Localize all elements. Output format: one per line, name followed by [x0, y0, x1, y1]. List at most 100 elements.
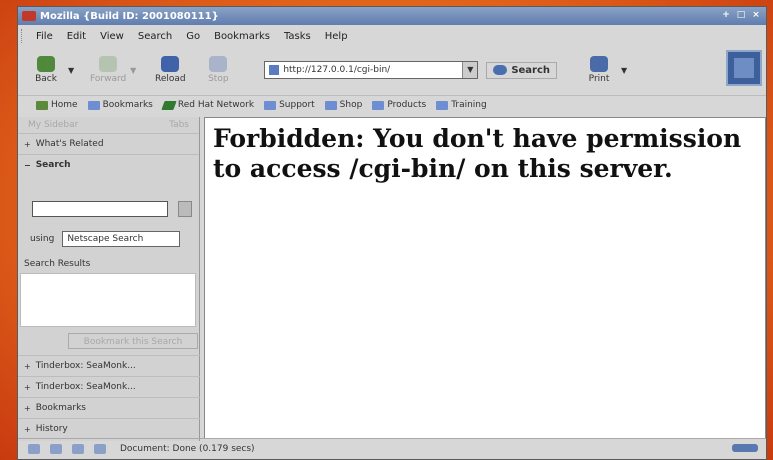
browser-window: Mozilla {Build ID: 2001080111} + □ × Fil…: [17, 6, 767, 460]
sidebar-item-tinderbox-1[interactable]: + Tinderbox: SeaMonk...: [18, 355, 200, 376]
bookmarks-icon: [87, 100, 100, 110]
back-dropdown-icon[interactable]: ▼: [68, 66, 74, 75]
personal-training[interactable]: Training: [436, 100, 487, 110]
search-results-label: Search Results: [24, 259, 91, 269]
printer-icon: [590, 56, 609, 72]
status-text: Document: Done (0.179 secs): [120, 444, 255, 454]
menu-go[interactable]: Go: [186, 31, 200, 42]
page-heading: Forbidden: You don't have permission to …: [213, 124, 742, 183]
page-content: Forbidden: You don't have permission to …: [204, 117, 766, 439]
home-icon: [36, 100, 48, 110]
folder-icon: [264, 100, 277, 110]
throbber-icon[interactable]: [726, 50, 762, 86]
personal-toolbar: Home Bookmarks Red Hat Network Support S…: [18, 95, 766, 114]
expand-icon: +: [24, 403, 31, 413]
menu-view[interactable]: View: [100, 31, 124, 42]
mail-icon[interactable]: [50, 444, 62, 454]
personal-redhat-label: Red Hat Network: [177, 100, 255, 110]
sidebar-header: My Sidebar Tabs: [18, 117, 199, 133]
folder-icon: [324, 100, 337, 110]
composer-icon[interactable]: [72, 444, 84, 454]
personal-shop-label: Shop: [339, 100, 363, 110]
expand-icon: +: [24, 139, 31, 149]
sidebar-item-label: What's Related: [35, 139, 104, 149]
addressbook-icon[interactable]: [94, 444, 106, 454]
sidebar-item-label: Tinderbox: SeaMonk...: [35, 382, 136, 392]
url-dropdown-icon[interactable]: ▼: [462, 62, 478, 78]
expand-icon: +: [24, 424, 31, 434]
page-proxy-icon[interactable]: [269, 65, 280, 75]
stop-button[interactable]: Stop: [198, 56, 238, 84]
personal-home[interactable]: Home: [36, 100, 78, 110]
reload-button[interactable]: Reload: [150, 56, 190, 84]
personal-shop[interactable]: Shop: [324, 100, 363, 110]
sidebar-search-input[interactable]: [32, 201, 168, 217]
reload-label: Reload: [155, 74, 186, 84]
forward-dropdown-icon[interactable]: ▼: [130, 66, 136, 75]
stop-label: Stop: [208, 74, 229, 84]
menu-help[interactable]: Help: [325, 31, 348, 42]
personal-home-label: Home: [51, 100, 78, 110]
menu-edit[interactable]: Edit: [67, 31, 86, 42]
toolbar-grip[interactable]: [21, 29, 26, 43]
folder-icon: [436, 100, 449, 110]
sidebar-item-label: Bookmarks: [35, 403, 86, 413]
forward-label: Forward: [90, 74, 127, 84]
url-bar[interactable]: http://127.0.0.1/cgi-bin/ ▼: [264, 61, 479, 79]
sidebar-item-bookmarks[interactable]: + Bookmarks: [18, 397, 200, 418]
menu-bookmarks[interactable]: Bookmarks: [214, 31, 270, 42]
back-label: Back: [35, 74, 57, 84]
back-button[interactable]: Back: [26, 56, 66, 84]
menu-search[interactable]: Search: [138, 31, 172, 42]
sidebar-item-label: Tinderbox: SeaMonk...: [35, 361, 136, 371]
menu-bar: File Edit View Search Go Bookmarks Tasks…: [18, 26, 766, 46]
redhat-icon: [161, 100, 177, 110]
print-dropdown-icon[interactable]: ▼: [621, 66, 627, 75]
maximize-button[interactable]: □: [735, 9, 747, 21]
connection-status-icon: [732, 444, 758, 452]
menu-file[interactable]: File: [36, 31, 53, 42]
collapse-icon: −: [24, 160, 31, 170]
sidebar-item-whats-related[interactable]: + What's Related: [18, 133, 199, 154]
personal-support-label: Support: [279, 100, 315, 110]
sidebar-item-label: Search: [35, 160, 71, 170]
search-label: Search: [511, 64, 551, 76]
bookmark-search-button[interactable]: Bookmark this Search: [68, 333, 198, 349]
reload-icon: [161, 56, 180, 72]
title-bar: Mozilla {Build ID: 2001080111} + □ ×: [18, 7, 766, 25]
personal-products[interactable]: Products: [372, 100, 426, 110]
sidebar-search-go-button[interactable]: [178, 201, 192, 217]
search-button[interactable]: Search: [486, 61, 558, 79]
sidebar-panel-list: + Tinderbox: SeaMonk... + Tinderbox: Sea…: [18, 355, 200, 439]
search-engine-select[interactable]: Netscape Search: [62, 231, 181, 247]
back-arrow-icon: [37, 56, 55, 72]
folder-icon: [372, 100, 385, 110]
search-engine-row: using Netscape Search: [30, 231, 181, 247]
url-text[interactable]: http://127.0.0.1/cgi-bin/: [283, 65, 390, 75]
sidebar-tabs-button[interactable]: Tabs: [169, 120, 189, 130]
sidebar-item-search[interactable]: − Search: [18, 154, 199, 175]
personal-support[interactable]: Support: [264, 100, 315, 110]
minimize-button[interactable]: +: [720, 9, 732, 21]
navigation-toolbar: Back ▼ Forward ▼ Reload Stop http://127.…: [18, 47, 766, 93]
sidebar-item-history[interactable]: + History: [18, 418, 200, 439]
personal-bookmarks[interactable]: Bookmarks: [87, 100, 153, 110]
using-label: using: [30, 234, 55, 244]
forward-button[interactable]: Forward: [88, 56, 128, 84]
navigator-icon[interactable]: [28, 444, 40, 454]
search-icon: [493, 65, 508, 75]
personal-bookmarks-label: Bookmarks: [102, 100, 153, 110]
window-controls: + □ ×: [720, 9, 762, 21]
sidebar-item-label: History: [35, 424, 68, 434]
personal-redhat[interactable]: Red Hat Network: [161, 100, 255, 110]
print-label: Print: [588, 74, 610, 84]
personal-training-label: Training: [451, 100, 487, 110]
forward-arrow-icon: [99, 56, 118, 72]
close-button[interactable]: ×: [750, 9, 762, 21]
mozilla-icon: [22, 11, 36, 21]
sidebar-item-tinderbox-2[interactable]: + Tinderbox: SeaMonk...: [18, 376, 200, 397]
menu-tasks[interactable]: Tasks: [284, 31, 311, 42]
print-button[interactable]: Print: [579, 56, 619, 84]
sidebar-title: My Sidebar: [28, 120, 79, 130]
search-results-list[interactable]: [20, 273, 196, 327]
